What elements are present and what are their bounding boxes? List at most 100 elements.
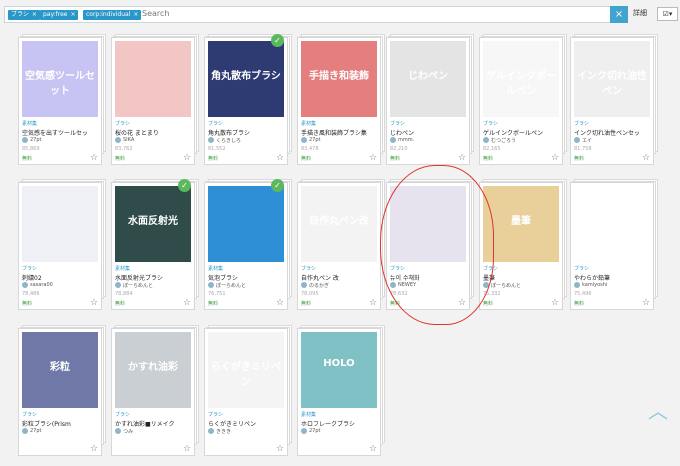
author-name[interactable]: 27pt bbox=[30, 137, 42, 143]
card-face[interactable]: HOLO 素材集 ホロフレークブラシ 27pt ☆ bbox=[297, 328, 381, 456]
material-thumbnail[interactable]: インク切れ油性ペン bbox=[574, 41, 650, 117]
filter-chip-corp[interactable]: corp:individual × bbox=[83, 10, 142, 20]
material-title[interactable]: 墨筆 bbox=[483, 273, 561, 282]
material-title[interactable]: 自作丸ペン 改 bbox=[301, 273, 379, 282]
material-thumbnail[interactable]: 角丸散布ブラシ bbox=[208, 41, 284, 117]
card-face[interactable]: 水面反射光 素材集 水面反射光ブラシ ぽーらめんと 78,884 無料 ☆ bbox=[111, 182, 195, 310]
material-thumbnail[interactable]: やわらか鉛筆 bbox=[574, 186, 650, 262]
author-name[interactable]: ぽーらめんと bbox=[491, 282, 521, 289]
material-thumbnail[interactable]: じわペン bbox=[390, 41, 466, 117]
author-name[interactable]: sasara00 bbox=[30, 282, 53, 288]
material-thumbnail[interactable]: 水面反射光 bbox=[115, 186, 191, 262]
material-thumbnail[interactable] bbox=[22, 186, 98, 262]
material-title[interactable]: やわらか鉛筆 bbox=[574, 273, 652, 282]
material-thumbnail[interactable] bbox=[390, 186, 466, 262]
author-name[interactable]: むつごろう bbox=[491, 137, 516, 144]
author-name[interactable]: 27pt bbox=[309, 428, 321, 434]
card-face[interactable]: ブラシ 刺繍02 sasara00 78,486 無料 ☆ bbox=[18, 182, 102, 310]
material-title[interactable]: 角丸散布ブラシ bbox=[208, 128, 286, 137]
filter-chip-brush[interactable]: ブラシ × bbox=[8, 10, 40, 20]
material-title[interactable]: じわペン bbox=[390, 128, 468, 137]
scroll-to-top-icon[interactable]: ︿ bbox=[644, 397, 672, 425]
material-title[interactable]: 刺繍02 bbox=[22, 273, 100, 282]
filter-chip-pay[interactable]: pay:free × bbox=[40, 10, 79, 20]
material-title[interactable]: 뉴이 수채화 bbox=[390, 273, 468, 282]
material-card[interactable]: ブラシ 刺繍02 sasara00 78,486 無料 ☆ bbox=[18, 179, 106, 320]
favorite-star-icon[interactable]: ☆ bbox=[369, 444, 377, 454]
remove-filter-icon[interactable]: × bbox=[70, 11, 75, 18]
favorite-star-icon[interactable]: ☆ bbox=[183, 298, 191, 308]
material-title[interactable]: 気泡ブラシ bbox=[208, 273, 286, 282]
author-name[interactable]: ぽーらめんと bbox=[123, 282, 153, 289]
material-card[interactable]: 素材集 気泡ブラシ ぽーらめんと 76,751 無料 ☆ ✓ bbox=[204, 179, 292, 320]
favorite-star-icon[interactable]: ☆ bbox=[369, 153, 377, 163]
favorite-star-icon[interactable]: ☆ bbox=[183, 444, 191, 454]
card-face[interactable]: 手描き和装飾 素材集 手描き風和装飾ブラシ集 27pt 83,478 無料 ☆ bbox=[297, 37, 381, 165]
material-thumbnail[interactable]: 墨筆 bbox=[483, 186, 559, 262]
favorite-star-icon[interactable]: ☆ bbox=[276, 298, 284, 308]
material-card[interactable]: 角丸散布ブラシ ブラシ 角丸散布ブラシ くらきしろ 81,552 無料 ☆ ✓ bbox=[204, 34, 292, 175]
favorite-star-icon[interactable]: ☆ bbox=[276, 153, 284, 163]
material-thumbnail[interactable]: 手描き和装飾 bbox=[301, 41, 377, 117]
material-thumbnail[interactable]: かすれ油彩 bbox=[115, 332, 191, 408]
material-card[interactable]: 空気感ツールセット 素材集 空気感を出すツールセッ 27pt 85,869 無料 ☆ bbox=[18, 34, 106, 175]
material-thumbnail[interactable]: 自作丸ペン改 bbox=[301, 186, 377, 262]
material-title[interactable]: ホロフレークブラシ bbox=[301, 419, 379, 428]
detail-button[interactable]: 詳細 bbox=[633, 8, 647, 18]
material-card[interactable]: インク切れ油性ペン ブラシ インク切れ油性ペンセッ エイ 81,758 無料 ☆ bbox=[570, 34, 658, 175]
material-card[interactable]: 自作丸ペン改 ブラシ 自作丸ペン 改のるかぎ 78,095 無料 ☆ bbox=[297, 179, 385, 320]
favorite-star-icon[interactable]: ☆ bbox=[90, 298, 98, 308]
favorite-star-icon[interactable]: ☆ bbox=[183, 153, 191, 163]
material-card[interactable]: 手描き和装飾 素材集 手描き風和装飾ブラシ集 27pt 83,478 無料 ☆ bbox=[297, 34, 385, 175]
material-thumbnail[interactable] bbox=[208, 186, 284, 262]
favorite-star-icon[interactable]: ☆ bbox=[90, 153, 98, 163]
remove-filter-icon[interactable]: × bbox=[32, 11, 37, 18]
material-thumbnail[interactable]: らくがきミリペン bbox=[208, 332, 284, 408]
material-thumbnail[interactable]: 彩粒 bbox=[22, 332, 98, 408]
view-options-button[interactable]: ☑▾ bbox=[657, 7, 678, 21]
material-thumbnail[interactable]: 空気感ツールセット bbox=[22, 41, 98, 117]
material-card[interactable]: じわペン ブラシ じわペン mmm. 82,210 無料 ☆ bbox=[386, 34, 474, 175]
favorite-star-icon[interactable]: ☆ bbox=[369, 298, 377, 308]
author-name[interactable]: 27pt bbox=[30, 428, 42, 434]
card-face[interactable]: ブラシ 뉴이 수채화 NEWEY 78,632 無料 ☆ bbox=[386, 182, 470, 310]
card-face[interactable]: 墨筆 ブラシ 墨筆 ぽーらめんと 75,332 無料 ☆ bbox=[479, 182, 563, 310]
material-title[interactable]: 手描き風和装飾ブラシ集 bbox=[301, 128, 379, 137]
author-name[interactable]: 27pt bbox=[309, 137, 321, 143]
material-title[interactable]: インク切れ油性ペンセッ bbox=[574, 128, 652, 137]
material-card[interactable]: HOLO 素材集 ホロフレークブラシ 27pt ☆ bbox=[297, 325, 385, 466]
favorite-star-icon[interactable]: ☆ bbox=[551, 153, 559, 163]
search-input[interactable]: Search bbox=[142, 9, 169, 18]
material-card[interactable]: 水面反射光 素材集 水面反射光ブラシ ぽーらめんと 78,884 無料 ☆ ✓ bbox=[111, 179, 199, 320]
material-title[interactable]: かすれ油彩■リメイク bbox=[115, 419, 193, 428]
author-name[interactable]: のるかぎ bbox=[309, 282, 329, 289]
card-face[interactable]: かすれ油彩 ブラシ かすれ油彩■リメイク つみ ☆ bbox=[111, 328, 195, 456]
card-face[interactable]: 素材集 気泡ブラシ ぽーらめんと 76,751 無料 ☆ bbox=[204, 182, 288, 310]
material-card[interactable]: 彩粒 ブラシ 彩粒ブラシ(Prism 27pt ☆ bbox=[18, 325, 106, 466]
favorite-star-icon[interactable]: ☆ bbox=[90, 444, 98, 454]
material-card[interactable]: らくがきミリペン ブラシ らくがきミリペン ききき ☆ bbox=[204, 325, 292, 466]
material-card[interactable]: かすれ油彩 ブラシ かすれ油彩■リメイク つみ ☆ bbox=[111, 325, 199, 466]
material-title[interactable]: 空気感を出すツールセッ bbox=[22, 128, 100, 137]
author-name[interactable]: ぽーらめんと bbox=[216, 282, 246, 289]
clear-search-icon[interactable]: × bbox=[610, 6, 628, 23]
author-name[interactable]: kamiyoshi bbox=[582, 282, 607, 288]
card-face[interactable]: ブラシ 桜の花 まとまり SIKA 83,762 無料 ☆ bbox=[111, 37, 195, 165]
card-face[interactable]: インク切れ油性ペン ブラシ インク切れ油性ペンセッ エイ 81,758 無料 ☆ bbox=[570, 37, 654, 165]
author-name[interactable]: エイ bbox=[582, 137, 592, 144]
material-card[interactable]: やわらか鉛筆 ブラシ やわらか鉛筆 kamiyoshi 75,496 無料 ☆ bbox=[570, 179, 658, 320]
author-name[interactable]: くらきしろ bbox=[216, 137, 241, 144]
card-face[interactable]: 角丸散布ブラシ ブラシ 角丸散布ブラシ くらきしろ 81,552 無料 ☆ bbox=[204, 37, 288, 165]
favorite-star-icon[interactable]: ☆ bbox=[458, 298, 466, 308]
card-face[interactable]: 自作丸ペン改 ブラシ 自作丸ペン 改のるかぎ 78,095 無料 ☆ bbox=[297, 182, 381, 310]
material-card[interactable]: ブラシ 桜の花 まとまり SIKA 83,762 無料 ☆ bbox=[111, 34, 199, 175]
material-card[interactable]: ブラシ 뉴이 수채화 NEWEY 78,632 無料 ☆ bbox=[386, 179, 474, 320]
material-card[interactable]: ゲルインクボールペン ブラシ ゲルインクボールペン むつごろう 82,165 無料 ☆ bbox=[479, 34, 567, 175]
author-name[interactable]: つみ bbox=[123, 428, 133, 435]
material-title[interactable]: 彩粒ブラシ(Prism bbox=[22, 419, 100, 428]
favorite-star-icon[interactable]: ☆ bbox=[276, 444, 284, 454]
material-thumbnail[interactable]: ゲルインクボールペン bbox=[483, 41, 559, 117]
material-thumbnail[interactable]: HOLO bbox=[301, 332, 377, 408]
author-name[interactable]: ききき bbox=[216, 428, 231, 435]
material-thumbnail[interactable] bbox=[115, 41, 191, 117]
